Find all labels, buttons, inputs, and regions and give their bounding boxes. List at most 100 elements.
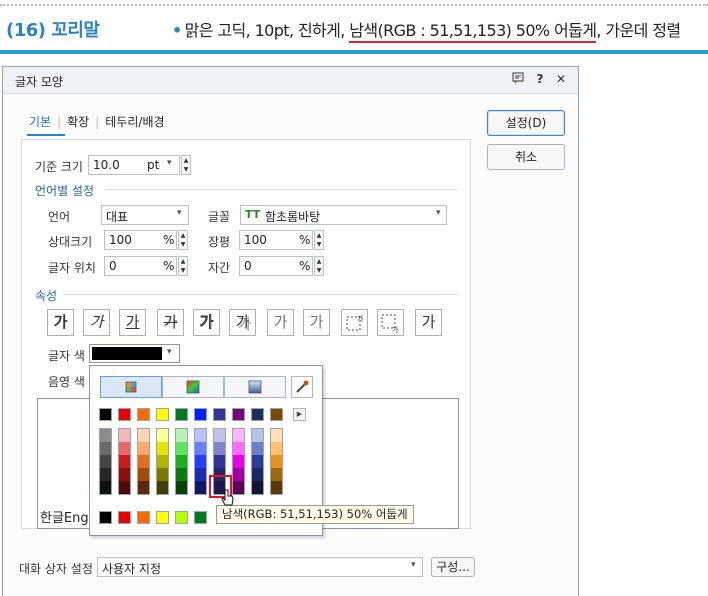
color-swatch[interactable] — [157, 468, 168, 481]
color-swatch[interactable] — [176, 455, 187, 468]
char-spacing-stepper[interactable]: ▲ ▼ — [314, 256, 324, 276]
width-ratio-stepper[interactable]: ▲ ▼ — [314, 230, 324, 250]
color-swatch[interactable] — [195, 481, 206, 494]
color-swatch[interactable] — [214, 429, 225, 442]
help-panel-icon[interactable] — [511, 72, 525, 86]
normal-button[interactable]: 가 — [415, 309, 442, 336]
recent-color-swatch[interactable] — [137, 511, 150, 524]
chevron-down-icon[interactable]: ▾ — [177, 208, 182, 218]
text-color-picker[interactable]: ▾ — [89, 344, 180, 363]
color-swatch[interactable] — [156, 408, 169, 421]
color-swatch[interactable] — [233, 455, 244, 468]
color-swatch[interactable] — [271, 481, 282, 494]
color-swatch[interactable] — [100, 455, 111, 468]
question-icon[interactable]: ? — [533, 72, 547, 86]
underline-button[interactable]: 가 — [119, 309, 146, 336]
color-swatch[interactable] — [119, 481, 130, 494]
relative-size-stepper[interactable]: ▲ ▼ — [178, 230, 188, 250]
color-swatch[interactable] — [233, 468, 244, 481]
color-swatch[interactable] — [138, 429, 149, 442]
color-swatch[interactable] — [119, 455, 130, 468]
base-size-field[interactable]: 10.0 pt ▾ — [88, 155, 180, 175]
color-swatch[interactable] — [271, 455, 282, 468]
recent-color-swatch[interactable] — [99, 511, 112, 524]
chevron-down-icon[interactable]: ▾ — [436, 208, 441, 218]
color-swatch[interactable] — [176, 442, 187, 455]
color-swatch[interactable] — [252, 468, 263, 481]
color-swatch[interactable] — [138, 442, 149, 455]
color-swatch[interactable] — [252, 442, 263, 455]
color-swatch[interactable] — [252, 481, 263, 494]
recent-color-swatch[interactable] — [175, 511, 188, 524]
color-swatch[interactable] — [157, 481, 168, 494]
shadow-button[interactable]: 가 — [229, 309, 256, 336]
color-swatch[interactable] — [138, 481, 149, 494]
color-swatch[interactable] — [100, 481, 111, 494]
char-position-field[interactable]: 0 % — [104, 256, 177, 276]
color-swatch[interactable] — [232, 408, 245, 421]
color-swatch[interactable] — [252, 429, 263, 442]
superscript-button[interactable]: 가 — [341, 309, 368, 336]
tab-border-background[interactable]: 테두리/배경 — [105, 113, 164, 130]
color-swatch[interactable] — [271, 442, 282, 455]
theme-palette-tab[interactable] — [100, 376, 162, 398]
color-swatch[interactable] — [194, 408, 207, 421]
color-swatch[interactable] — [157, 455, 168, 468]
base-size-stepper[interactable]: ▲ ▼ — [181, 155, 191, 175]
char-position-stepper[interactable]: ▲ ▼ — [178, 256, 188, 276]
color-swatch[interactable] — [233, 442, 244, 455]
color-swatch[interactable] — [195, 455, 206, 468]
subscript-button[interactable]: 가 — [377, 309, 404, 336]
width-ratio-field[interactable]: 100 % — [239, 230, 313, 250]
tab-extended[interactable]: 확장 — [67, 113, 89, 130]
emboss-button[interactable]: 가 — [267, 309, 294, 336]
color-swatch[interactable] — [195, 429, 206, 442]
color-swatch[interactable] — [99, 408, 112, 421]
color-swatch[interactable] — [157, 442, 168, 455]
color-swatch[interactable] — [138, 468, 149, 481]
language-select[interactable]: 대표 ▾ — [101, 205, 189, 225]
chevron-down-icon[interactable]: ▾ — [167, 158, 172, 168]
color-swatch[interactable] — [195, 442, 206, 455]
tab-basic[interactable]: 기본 — [29, 113, 51, 130]
dialog-settings-select[interactable]: 사용자 지정 ▾ — [97, 557, 423, 577]
chevron-down-icon[interactable]: ▾ — [167, 347, 172, 357]
strikethrough-button[interactable]: 가 — [157, 309, 184, 336]
config-button[interactable]: 구성... — [431, 557, 475, 577]
font-select[interactable]: TT 함초롬바탕 ▾ — [240, 205, 447, 225]
color-swatch[interactable] — [119, 429, 130, 442]
more-colors-arrow[interactable]: ▶ — [293, 408, 306, 421]
color-swatch[interactable] — [252, 455, 263, 468]
color-swatch[interactable] — [176, 429, 187, 442]
color-swatch[interactable] — [251, 408, 264, 421]
color-swatch[interactable] — [175, 408, 188, 421]
color-swatch[interactable] — [195, 468, 206, 481]
outline-button[interactable]: 가 — [193, 309, 220, 336]
color-swatch[interactable] — [100, 468, 111, 481]
recent-color-swatch[interactable] — [156, 511, 169, 524]
color-swatch[interactable] — [157, 429, 168, 442]
color-swatch[interactable] — [138, 455, 149, 468]
engrave-button[interactable]: 가 — [303, 309, 330, 336]
color-swatch[interactable] — [137, 408, 150, 421]
color-swatch[interactable] — [119, 468, 130, 481]
bold-button[interactable]: 가 — [47, 309, 74, 336]
color-swatch[interactable] — [271, 429, 282, 442]
color-swatch[interactable] — [119, 442, 130, 455]
ok-button[interactable]: 설정(D) — [487, 110, 565, 136]
rgb-palette-tab[interactable] — [162, 376, 224, 398]
color-swatch[interactable] — [271, 468, 282, 481]
color-swatch[interactable] — [270, 408, 283, 421]
cancel-button[interactable]: 취소 — [487, 144, 565, 170]
char-spacing-field[interactable]: 0 % — [239, 256, 313, 276]
color-swatch[interactable] — [213, 408, 226, 421]
recent-color-swatch[interactable] — [194, 511, 207, 524]
recent-color-swatch[interactable] — [118, 511, 131, 524]
color-swatch[interactable] — [233, 429, 244, 442]
close-icon[interactable]: ✕ — [554, 72, 568, 86]
color-swatch[interactable] — [100, 429, 111, 442]
color-swatch[interactable] — [176, 468, 187, 481]
color-swatch[interactable] — [176, 481, 187, 494]
eyedropper-button[interactable] — [291, 376, 313, 398]
relative-size-field[interactable]: 100 % — [104, 230, 177, 250]
